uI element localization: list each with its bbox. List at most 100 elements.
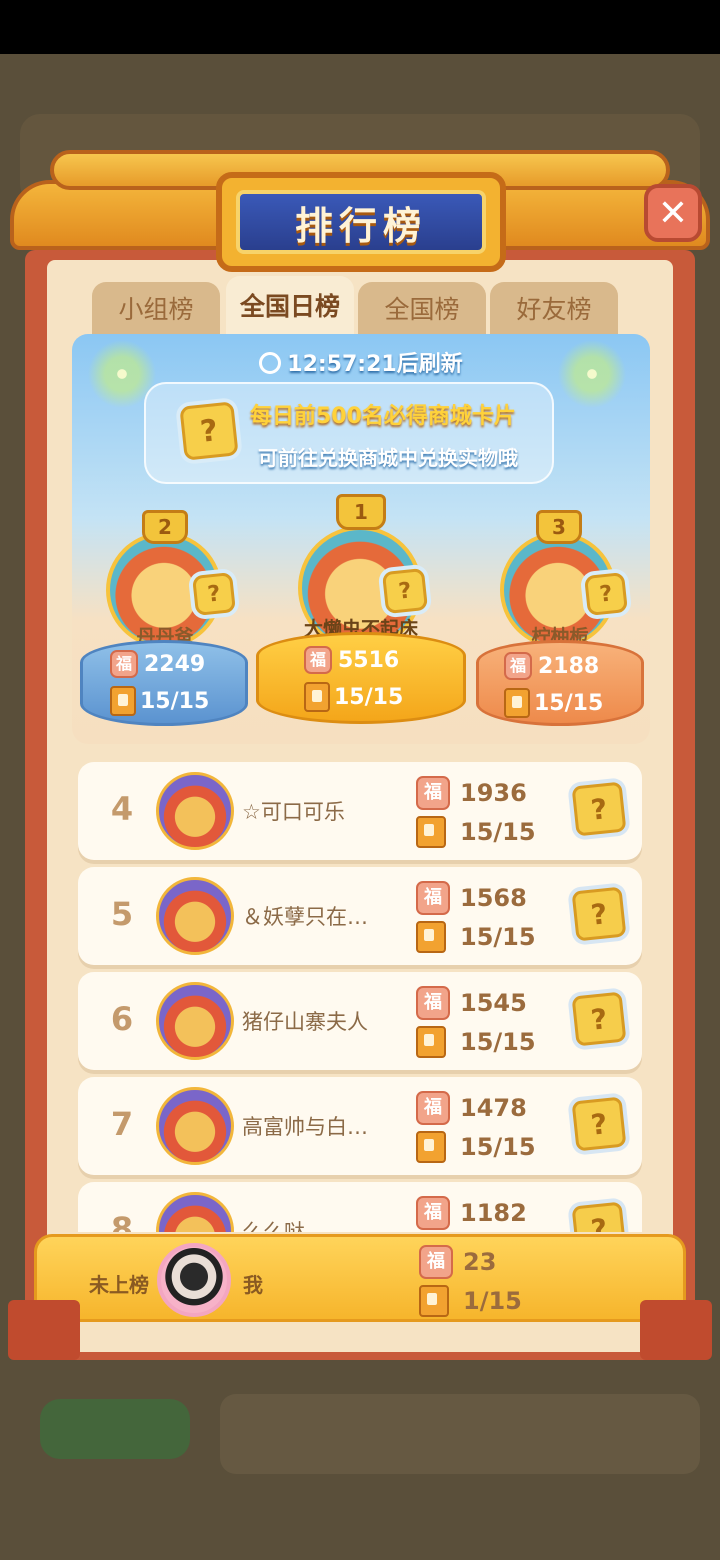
mystery-card-icon[interactable]: ? [571,886,627,942]
fu-icon: 福 [416,986,450,1020]
my-name: 我 [243,1273,263,1297]
my-progress-value: 1/15 [463,1287,522,1315]
podium-score: 福 2249 [110,650,205,678]
title-plaque: 排行榜 [216,172,506,272]
list-item[interactable]: 4 ☆可口可乐 福 1936 15/15 ? [78,762,642,860]
podium-score-value: 2188 [538,653,600,679]
avatar [156,877,234,955]
podium-score: 福 5516 [304,646,399,674]
podium-progress: 15/15 [304,682,403,712]
title-plaque-inner: 排行榜 [236,190,486,254]
podium-progress: 15/15 [110,686,209,716]
podium-progress-value: 15/15 [334,684,404,710]
podium-progress: 15/15 [504,688,603,718]
mystery-card-icon: ? [381,567,429,615]
rank-number: 5 [110,895,134,933]
list-item[interactable]: 6 猪仔山寨夫人 福 1545 15/15 ? [78,972,642,1070]
fu-icon: 福 [110,650,138,678]
podium-score: 福 2188 [504,652,599,680]
mystery-card-icon: ? [584,572,628,616]
page-title: 排行榜 [294,203,427,248]
book-icon [416,1131,446,1163]
close-icon: ✕ [657,192,689,234]
fu-icon: 福 [304,646,332,674]
book-icon [110,686,136,716]
progress: 15/15 [416,816,536,848]
player-name: ＆妖孽只在… [242,905,368,929]
close-button[interactable]: ✕ [644,184,702,242]
pillar-left [8,1300,80,1360]
crown-icon: 3 [536,510,582,544]
list-item[interactable]: 7 高富帅与白… 福 1478 15/15 ? [78,1077,642,1175]
refresh-timer-text: 12:57:21后刷新 [287,352,463,377]
score-value: 1568 [460,884,527,912]
fu-icon: 福 [419,1245,453,1279]
progress: 15/15 [416,1026,536,1058]
podium-rank-2[interactable]: 2 ? 丹丹爸 福 2249 15/15 [80,504,250,734]
mystery-card-icon[interactable]: ? [571,781,627,837]
refresh-timer: 12:57:21后刷新 [72,346,650,378]
book-icon [416,816,446,848]
mystery-card-icon: ? [192,572,236,616]
score-value: 1545 [460,989,527,1017]
top-ranking-panel: 12:57:21后刷新 ? 每日前500名必得商城卡片 可前往兑换商城中兑换实物… [72,334,650,744]
mystery-card-icon[interactable]: ? [571,991,627,1047]
notice-line-2: 可前往兑换商城中兑换实物哦 [258,446,518,470]
podium-rank-1[interactable]: 1 ? 大懒虫不起床 福 5516 15/15 [252,492,470,732]
book-icon [416,921,446,953]
score: 福 1182 [416,1196,527,1230]
avatar [156,982,234,1060]
player-name: ☆可口可乐 [242,800,345,824]
player-name: 高富帅与白… [242,1115,368,1139]
book-icon [419,1285,449,1317]
podium-rank-3[interactable]: 3 ? 柠柚栀 福 2188 15/15 [474,504,646,734]
score-value: 1182 [460,1199,527,1227]
my-progress: 1/15 [419,1285,522,1317]
fu-icon: 福 [416,776,450,810]
my-score: 福 23 [419,1245,496,1279]
progress-value: 15/15 [460,1133,536,1161]
fu-icon: 福 [416,881,450,915]
avatar [156,772,234,850]
score: 福 1478 [416,1091,527,1125]
tab-group[interactable]: 小组榜 [92,282,220,334]
notice-line-1: 每日前500名必得商城卡片 [250,404,516,429]
clock-icon [259,352,282,374]
tab-national[interactable]: 全国榜 [358,282,486,334]
tab-friends[interactable]: 好友榜 [490,282,618,334]
book-icon [304,682,330,712]
fu-icon: 福 [416,1091,450,1125]
podium-score-value: 2249 [144,651,206,677]
tab-bar: 小组榜 全国日榜 全国榜 好友榜 [92,276,622,334]
rank-number: 4 [110,790,134,828]
my-score-value: 23 [463,1248,497,1276]
avatar [156,1087,234,1165]
progress: 15/15 [416,1131,536,1163]
progress-value: 15/15 [460,923,536,951]
rank-number: 7 [110,1105,134,1143]
status-bar [0,0,720,54]
progress-value: 15/15 [460,1028,536,1056]
my-avatar [157,1243,231,1317]
score-value: 1478 [460,1094,527,1122]
fu-icon: 福 [416,1196,450,1230]
my-rank-status: 未上榜 [89,1273,149,1297]
progress-value: 15/15 [460,818,536,846]
podium-progress-value: 15/15 [534,690,604,716]
pillar-right [640,1300,712,1360]
my-rank-row[interactable]: 未上榜 我 福 23 1/15 [34,1234,686,1322]
mystery-card-icon[interactable]: ? [571,1096,627,1152]
book-icon [504,688,530,718]
book-icon [416,1026,446,1058]
crown-icon: 1 [336,494,386,530]
podium-progress-value: 15/15 [140,688,210,714]
background-button [40,1399,190,1459]
rank-number: 6 [110,1000,134,1038]
tab-national-daily[interactable]: 全国日榜 [226,276,354,334]
crown-icon: 2 [142,510,188,544]
list-item[interactable]: 5 ＆妖孽只在… 福 1568 15/15 ? [78,867,642,965]
reward-notice: ? 每日前500名必得商城卡片 可前往兑换商城中兑换实物哦 [144,382,554,484]
player-name: 猪仔山寨夫人 [242,1010,368,1034]
background-toolbar [220,1394,700,1474]
podium-score-value: 5516 [338,647,400,673]
